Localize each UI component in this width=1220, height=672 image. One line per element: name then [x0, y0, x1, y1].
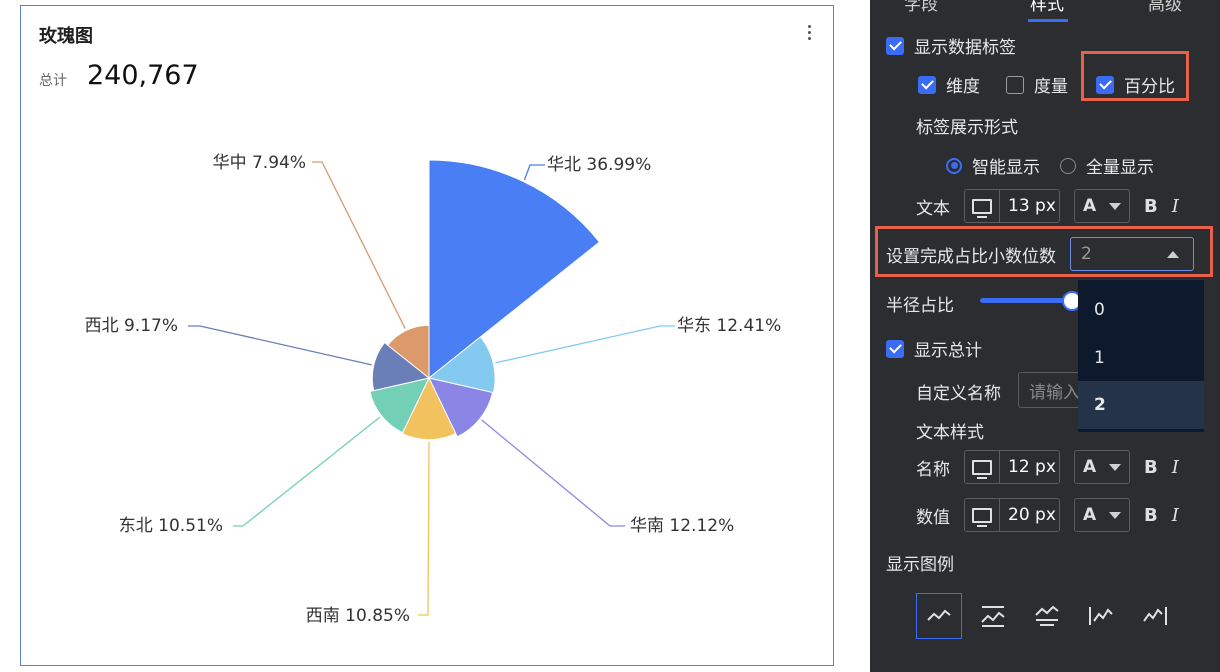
monitor-icon	[965, 451, 1000, 483]
decimal-option-0[interactable]: 0	[1078, 286, 1204, 334]
style-settings-panel: 字段 样式 高级 显示数据标签 维度 度量 百分比 标签展示形式 智能显示 全量…	[870, 0, 1220, 672]
slice-label-5: 西北 9.17%	[85, 316, 178, 336]
name-color-select[interactable]: A	[1074, 450, 1130, 484]
bold-icon[interactable]: B	[1144, 505, 1158, 526]
tab-fields[interactable]: 字段	[904, 0, 938, 15]
leader-line-6	[312, 161, 406, 329]
show-data-labels-label: 显示数据标签	[914, 38, 1016, 58]
value-label: 数值	[916, 507, 950, 528]
name-style-row: 名称 12 px A B I	[916, 450, 1179, 484]
font-color-icon: A	[1083, 196, 1097, 216]
decimal-highlight	[875, 226, 1213, 277]
radius-row: 半径占比	[886, 291, 954, 316]
legend-position-top-left-icon[interactable]	[916, 593, 962, 639]
custom-name-row: 自定义名称	[916, 379, 1001, 404]
label-format-title: 标签展示形式	[916, 118, 1018, 138]
text-size-input[interactable]: 13 px	[964, 189, 1060, 223]
name-size-input[interactable]: 12 px	[964, 450, 1060, 484]
slice-label-0: 华北 36.99%	[547, 155, 651, 175]
dimension-label: 维度	[946, 77, 980, 97]
name-label: 名称	[916, 459, 950, 480]
leader-line-4	[233, 416, 381, 527]
monitor-icon	[965, 499, 1000, 531]
measure-label: 度量	[1034, 77, 1068, 97]
show-data-labels-checkbox[interactable]	[886, 36, 904, 55]
divider	[835, 0, 870, 672]
value-style-row: 数值 20 px A B I	[916, 498, 1179, 532]
bold-icon[interactable]: B	[1144, 196, 1158, 217]
italic-icon[interactable]: I	[1172, 457, 1179, 478]
show-total-row[interactable]: 显示总计	[886, 336, 982, 361]
slice-label-4: 东北 10.51%	[119, 516, 223, 536]
slice-label-1: 华东 12.41%	[677, 316, 781, 336]
decimal-option-2[interactable]: 2	[1078, 381, 1204, 429]
show-total-label: 显示总计	[914, 341, 982, 361]
full-display-radio[interactable]	[1060, 157, 1076, 174]
show-total-checkbox[interactable]	[886, 339, 904, 358]
value-color-select[interactable]: A	[1074, 498, 1130, 532]
leader-line-0	[523, 164, 545, 181]
monitor-icon	[965, 190, 1000, 222]
legend-position-left-icon[interactable]	[1078, 593, 1124, 639]
measure-checkbox[interactable]	[1006, 75, 1024, 94]
text-style-title: 文本样式	[916, 423, 984, 443]
panel-tabs: 字段 样式 高级	[870, 0, 1220, 22]
text-color-select[interactable]: A	[1074, 189, 1130, 223]
dimension-row[interactable]: 维度	[918, 72, 980, 97]
leader-line-3	[418, 441, 430, 616]
leader-line-1	[495, 325, 675, 364]
slice-label-6: 华中 7.94%	[213, 153, 306, 173]
leader-line-5	[188, 325, 372, 366]
smart-display-option[interactable]: 智能显示	[946, 153, 1040, 178]
text-label: 文本	[916, 198, 950, 219]
italic-icon[interactable]: I	[1172, 196, 1179, 217]
italic-icon[interactable]: I	[1172, 505, 1179, 526]
chevron-down-icon	[1109, 511, 1121, 519]
measure-row[interactable]: 度量	[1006, 72, 1068, 97]
chevron-down-icon	[1109, 463, 1121, 471]
show-data-labels-row[interactable]: 显示数据标签	[886, 33, 1016, 58]
text-style-row: 文本 13 px A B I	[916, 189, 1179, 223]
smart-display-radio[interactable]	[946, 157, 962, 174]
decimal-option-1[interactable]: 1	[1078, 334, 1204, 382]
custom-name-label: 自定义名称	[916, 384, 1001, 404]
font-color-icon: A	[1083, 505, 1097, 525]
slice-label-3: 西南 10.85%	[306, 606, 410, 626]
radius-label: 半径占比	[886, 296, 954, 316]
tab-advanced[interactable]: 高级	[1148, 0, 1182, 15]
show-legend-title: 显示图例	[886, 555, 954, 575]
chevron-down-icon	[1109, 202, 1121, 210]
active-tab-indicator	[1028, 19, 1068, 22]
full-display-option[interactable]: 全量显示	[1060, 153, 1154, 178]
slice-label-2: 华南 12.12%	[630, 516, 734, 536]
leader-line-2	[481, 419, 625, 527]
dimension-checkbox[interactable]	[918, 75, 936, 94]
full-display-label: 全量显示	[1086, 158, 1154, 178]
legend-position-right-icon[interactable]	[1132, 593, 1178, 639]
value-size-input[interactable]: 20 px	[964, 498, 1060, 532]
legend-position-bottom-icon[interactable]	[1024, 593, 1070, 639]
percent-highlight	[1081, 51, 1189, 101]
tab-style[interactable]: 样式	[1030, 0, 1064, 15]
font-color-icon: A	[1083, 457, 1097, 477]
bold-icon[interactable]: B	[1144, 457, 1158, 478]
rose-chart: 华北 36.99% 华东 12.41% 华南 12.12% 西南 10.85% 东北 1…	[85, 153, 782, 626]
decimal-dropdown-menu: 0 1 2	[1078, 280, 1204, 432]
smart-display-label: 智能显示	[972, 158, 1040, 178]
legend-position-top-icon[interactable]	[970, 593, 1016, 639]
